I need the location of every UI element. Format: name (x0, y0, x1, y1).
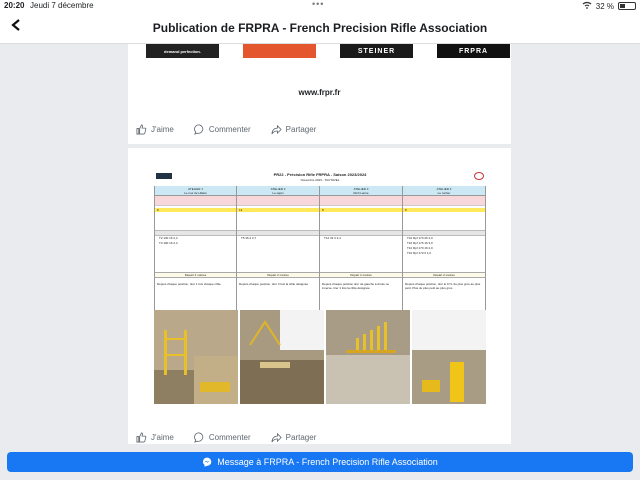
points-value: 8 (157, 208, 159, 212)
stage-info (155, 212, 236, 229)
stage-sheet-image[interactable]: PR22 - Précision Rifle FRPRA - Saison 20… (152, 170, 488, 416)
thumbs-up-icon (136, 124, 147, 134)
share-icon (271, 124, 282, 134)
stage-header: ATELIER 3 Rich Lamie (320, 186, 402, 196)
status-indicators: 32 % (582, 1, 636, 11)
start-position: Départ 2 mètres (155, 272, 236, 278)
start-position: Départ 2 mètres (237, 272, 319, 278)
sponsor-banner-4[interactable]: FRPRA (437, 44, 510, 58)
top-navigation: Publication de FRPRA - French Precision … (0, 12, 640, 44)
stage-description: Depuis chaque position tirer de gauche à… (322, 282, 390, 290)
stage-description: Depuis chaque position, tirer le KYL du … (405, 282, 481, 290)
like-button[interactable]: J'aime (136, 124, 174, 135)
post-actions-2: J'aime Commenter Partager (136, 430, 503, 444)
share-label: Partager (285, 432, 317, 442)
points-value: 8 (322, 208, 324, 212)
stage-notes (403, 196, 485, 206)
page-title: Publication de FRPRA - French Precision … (152, 21, 488, 35)
message-page-button[interactable]: Message à FRPRA - French Precision Rifle… (7, 452, 633, 472)
share-label: Partager (285, 124, 317, 134)
target-row: T5 36 2 2,7 (241, 236, 257, 240)
stage-info (237, 212, 319, 229)
stage-header: ATELIER 2 Le sapin (237, 186, 319, 196)
stage-name: Le sapin (272, 191, 284, 195)
stage-photo-4 (412, 310, 486, 404)
points-value: 8 (405, 208, 407, 212)
status-bar: 20:20 Jeudi 7 décembre ••• 32 % (0, 0, 640, 12)
post-actions: J'aime Commenter Partager (136, 122, 503, 136)
stage-header: ATELIER 1 Le mur de Hilaire (155, 186, 236, 196)
start-position: Départ 2 mètres (403, 272, 485, 278)
message-button-label: Message à FRPRA - French Precision Rifle… (217, 457, 438, 467)
post-card-previous: demand perfection. STEINER FRPRA www.frp… (128, 44, 511, 144)
multitasking-dots-icon[interactable]: ••• (312, 0, 324, 9)
stage-photo-1 (154, 310, 238, 404)
stage-header: ATELIER 4 Le rocher (403, 186, 485, 196)
like-button-2[interactable]: J'aime (136, 432, 174, 443)
stage-description: Depuis chaque position, tirer 1 fois cha… (157, 282, 221, 286)
stage-notes (320, 196, 402, 206)
stage-description: Depuis chaque position, tirer 3 fois la … (239, 282, 309, 286)
sponsor-banner-2[interactable] (243, 44, 316, 58)
sponsor-banners: demand perfection. STEINER FRPRA (146, 44, 510, 58)
sponsor-banner-3[interactable]: STEINER (340, 44, 413, 58)
start-position: Départ 2 mètres (320, 272, 402, 278)
target-row: T12 33 3 2,4 (324, 236, 341, 240)
target-row: T3 190 16 2,4 (159, 241, 178, 245)
sheet-subtitle: Novembre 2023 - TAUTAVEL (300, 178, 340, 182)
stage-name: Le rocher (437, 191, 451, 195)
stage-info (320, 212, 402, 229)
target-row: T10 Rpf 170 6 1,0 (407, 251, 432, 255)
comment-button[interactable]: Commenter (193, 124, 251, 135)
stage-photo-3 (326, 310, 410, 404)
stage-name: Le mur de Hilaire (184, 191, 207, 195)
status-date: Jeudi 7 décembre (30, 1, 94, 10)
battery-icon (618, 2, 636, 10)
status-time: 20:20 (4, 1, 25, 10)
like-label: J'aime (151, 432, 174, 442)
stage-name: Rich Lamie (353, 191, 369, 195)
sheet-title: PR22 - Précision Rifle FRPRA - Saison 20… (273, 172, 367, 177)
comment-label: Commenter (208, 432, 251, 442)
post-card-stage-sheet: PR22 - Précision Rifle FRPRA - Saison 20… (128, 148, 511, 444)
battery-percent: 32 % (595, 1, 614, 11)
comment-icon (193, 124, 204, 135)
stage-notes (155, 196, 236, 206)
points-value: 12 (239, 208, 243, 212)
share-icon (271, 432, 282, 442)
like-label: J'aime (151, 124, 174, 134)
share-button[interactable]: Partager (271, 124, 317, 135)
thumbs-up-icon (136, 432, 147, 442)
stage-info (403, 212, 485, 229)
comment-button-2[interactable]: Commenter (193, 432, 251, 443)
site-url[interactable]: www.frpr.fr (128, 88, 511, 97)
signal-icon (582, 1, 592, 11)
messenger-icon (203, 457, 212, 467)
comment-label: Commenter (208, 124, 251, 134)
comment-icon (193, 432, 204, 443)
stage-notes (237, 196, 319, 206)
sponsor-banner-1[interactable]: demand perfection. (146, 44, 219, 58)
share-button-2[interactable]: Partager (271, 432, 317, 443)
stage-photo-2 (240, 310, 324, 404)
